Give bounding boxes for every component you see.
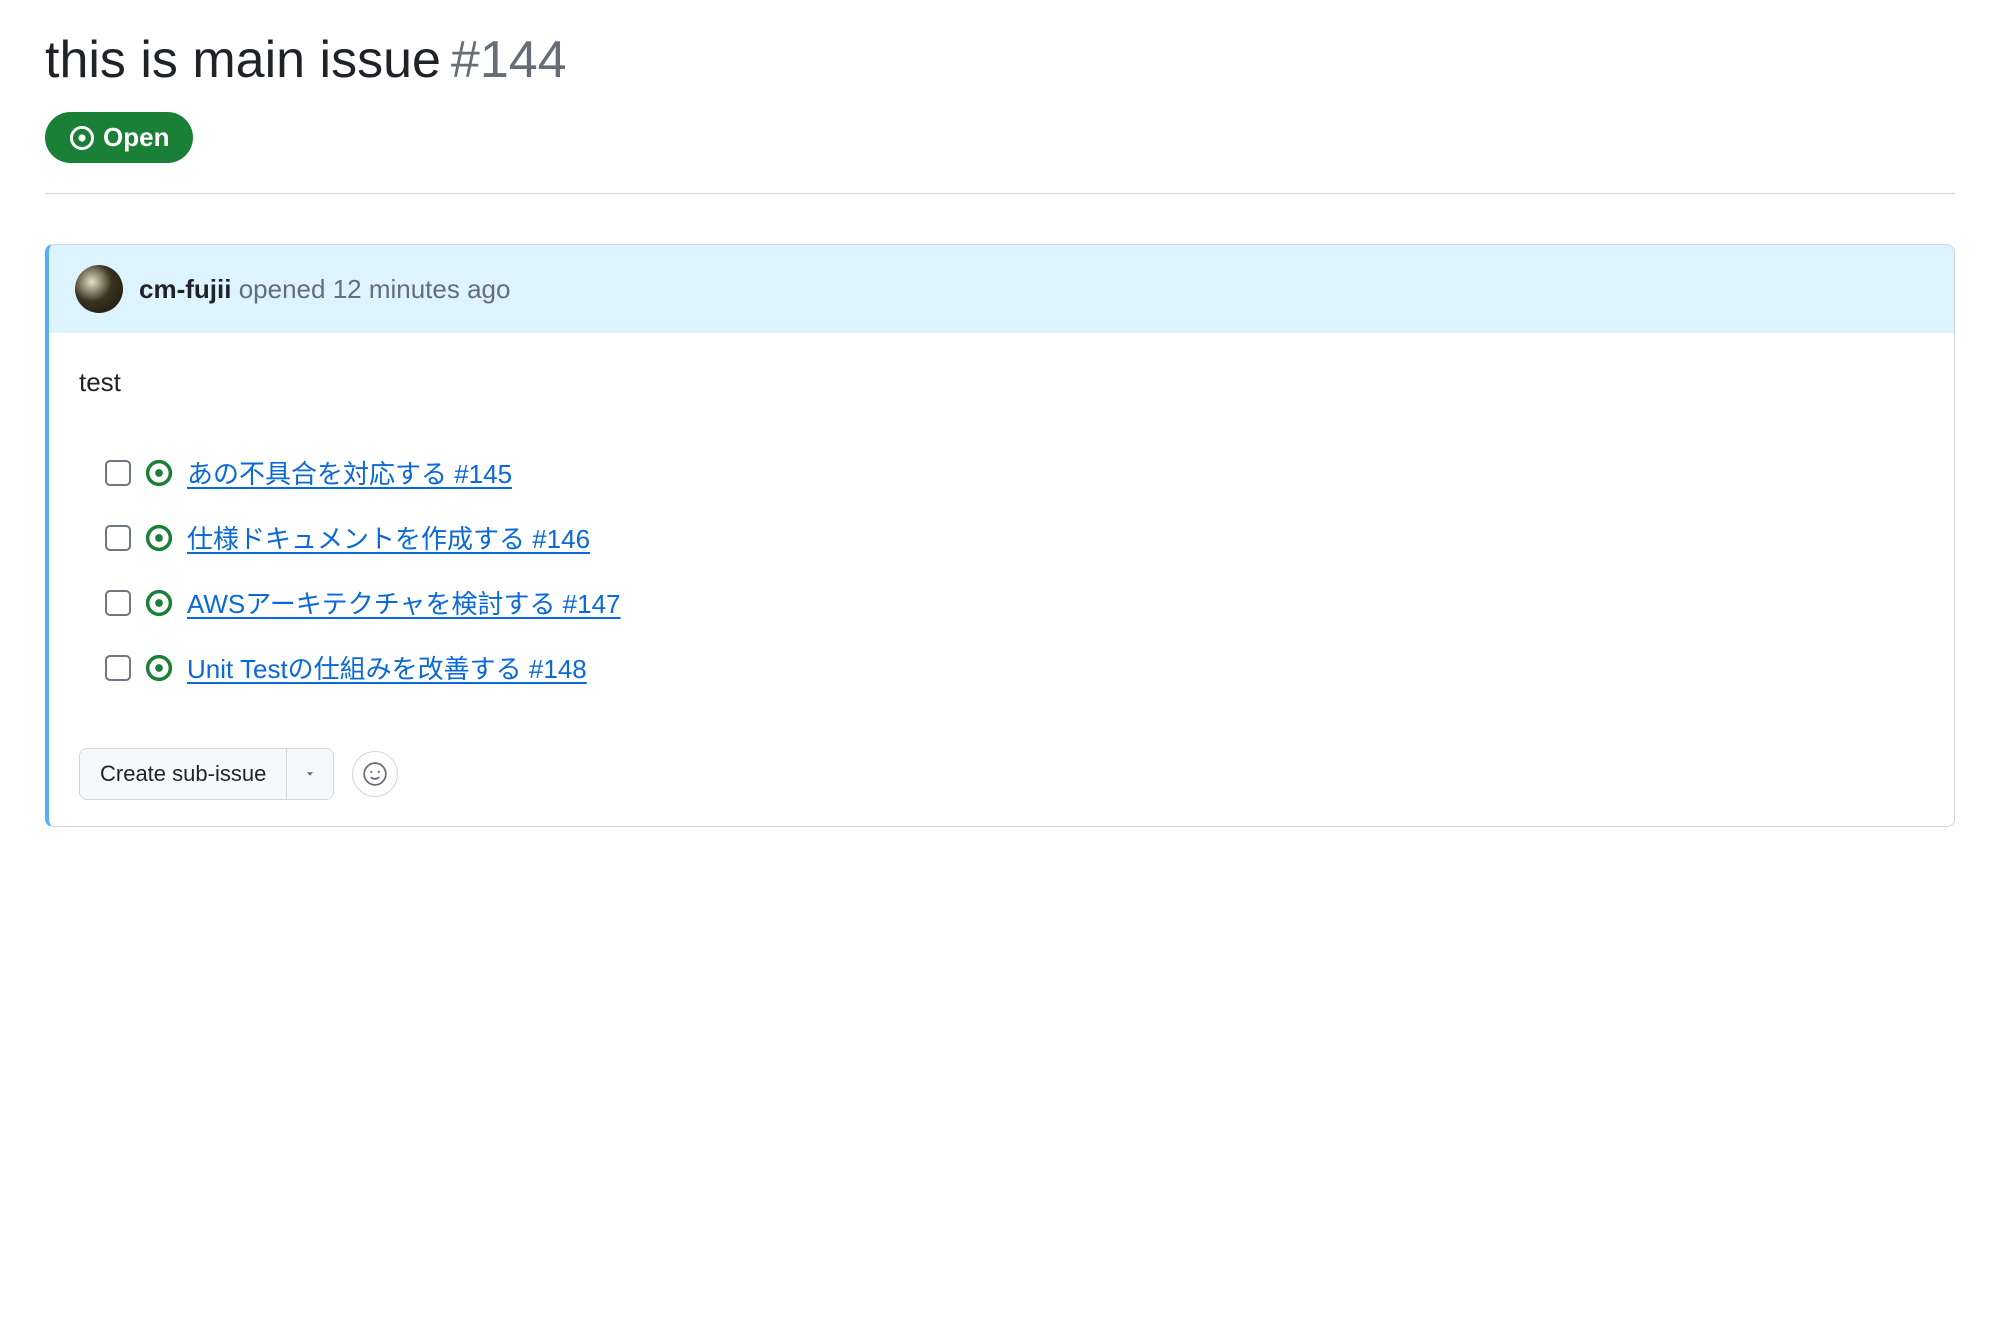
status-badge: Open [45,112,193,163]
comment-body: test あの不具合を対応する #145 仕様ドキュメントを作成する #146 AW… [49,333,1954,826]
issue-title: this is main issue [45,30,441,90]
task-item: あの不具合を対応する #145 [105,440,1924,505]
comment-meta: cm-fujii opened 12 minutes ago [139,274,510,305]
task-checkbox[interactable] [105,590,131,616]
issue-number: #144 [451,30,567,90]
issue-title-row: this is main issue #144 [45,30,1955,90]
create-subissue-dropdown[interactable] [287,749,333,799]
create-subissue-group: Create sub-issue [79,748,334,800]
status-label: Open [103,122,169,153]
comment-box: cm-fujii opened 12 minutes ago test あの不具… [45,244,1955,827]
subissue-link[interactable]: Unit Testの仕組みを改善する #148 [187,649,587,686]
subissue-link[interactable]: AWSアーキテクチャを検討する #147 [187,584,621,621]
task-item: 仕様ドキュメントを作成する #146 [105,505,1924,570]
task-item: Unit Testの仕組みを改善する #148 [105,635,1924,700]
task-checkbox[interactable] [105,655,131,681]
smiley-icon [362,761,388,787]
issue-open-icon [145,459,173,487]
subissue-link[interactable]: 仕様ドキュメントを作成する #146 [187,519,590,556]
task-item: AWSアーキテクチャを検討する #147 [105,570,1924,635]
status-row: Open [45,112,1955,194]
comment-time[interactable]: 12 minutes ago [333,274,511,304]
task-list: あの不具合を対応する #145 仕様ドキュメントを作成する #146 AWSアーキテ… [105,440,1924,700]
task-checkbox[interactable] [105,525,131,551]
issue-open-icon [145,524,173,552]
footer-actions: Create sub-issue [79,748,1924,800]
comment-action: opened [239,274,326,304]
comment-text: test [79,367,1924,398]
subissue-link[interactable]: あの不具合を対応する #145 [187,454,512,491]
avatar[interactable] [75,265,123,313]
create-subissue-button[interactable]: Create sub-issue [80,749,286,799]
task-checkbox[interactable] [105,460,131,486]
comment-author[interactable]: cm-fujii [139,274,231,304]
chevron-down-icon [307,769,313,779]
add-reaction-button[interactable] [352,751,398,797]
issue-open-icon [145,589,173,617]
comment-header: cm-fujii opened 12 minutes ago [49,245,1954,333]
issue-open-icon [69,125,95,151]
issue-open-icon [145,654,173,682]
